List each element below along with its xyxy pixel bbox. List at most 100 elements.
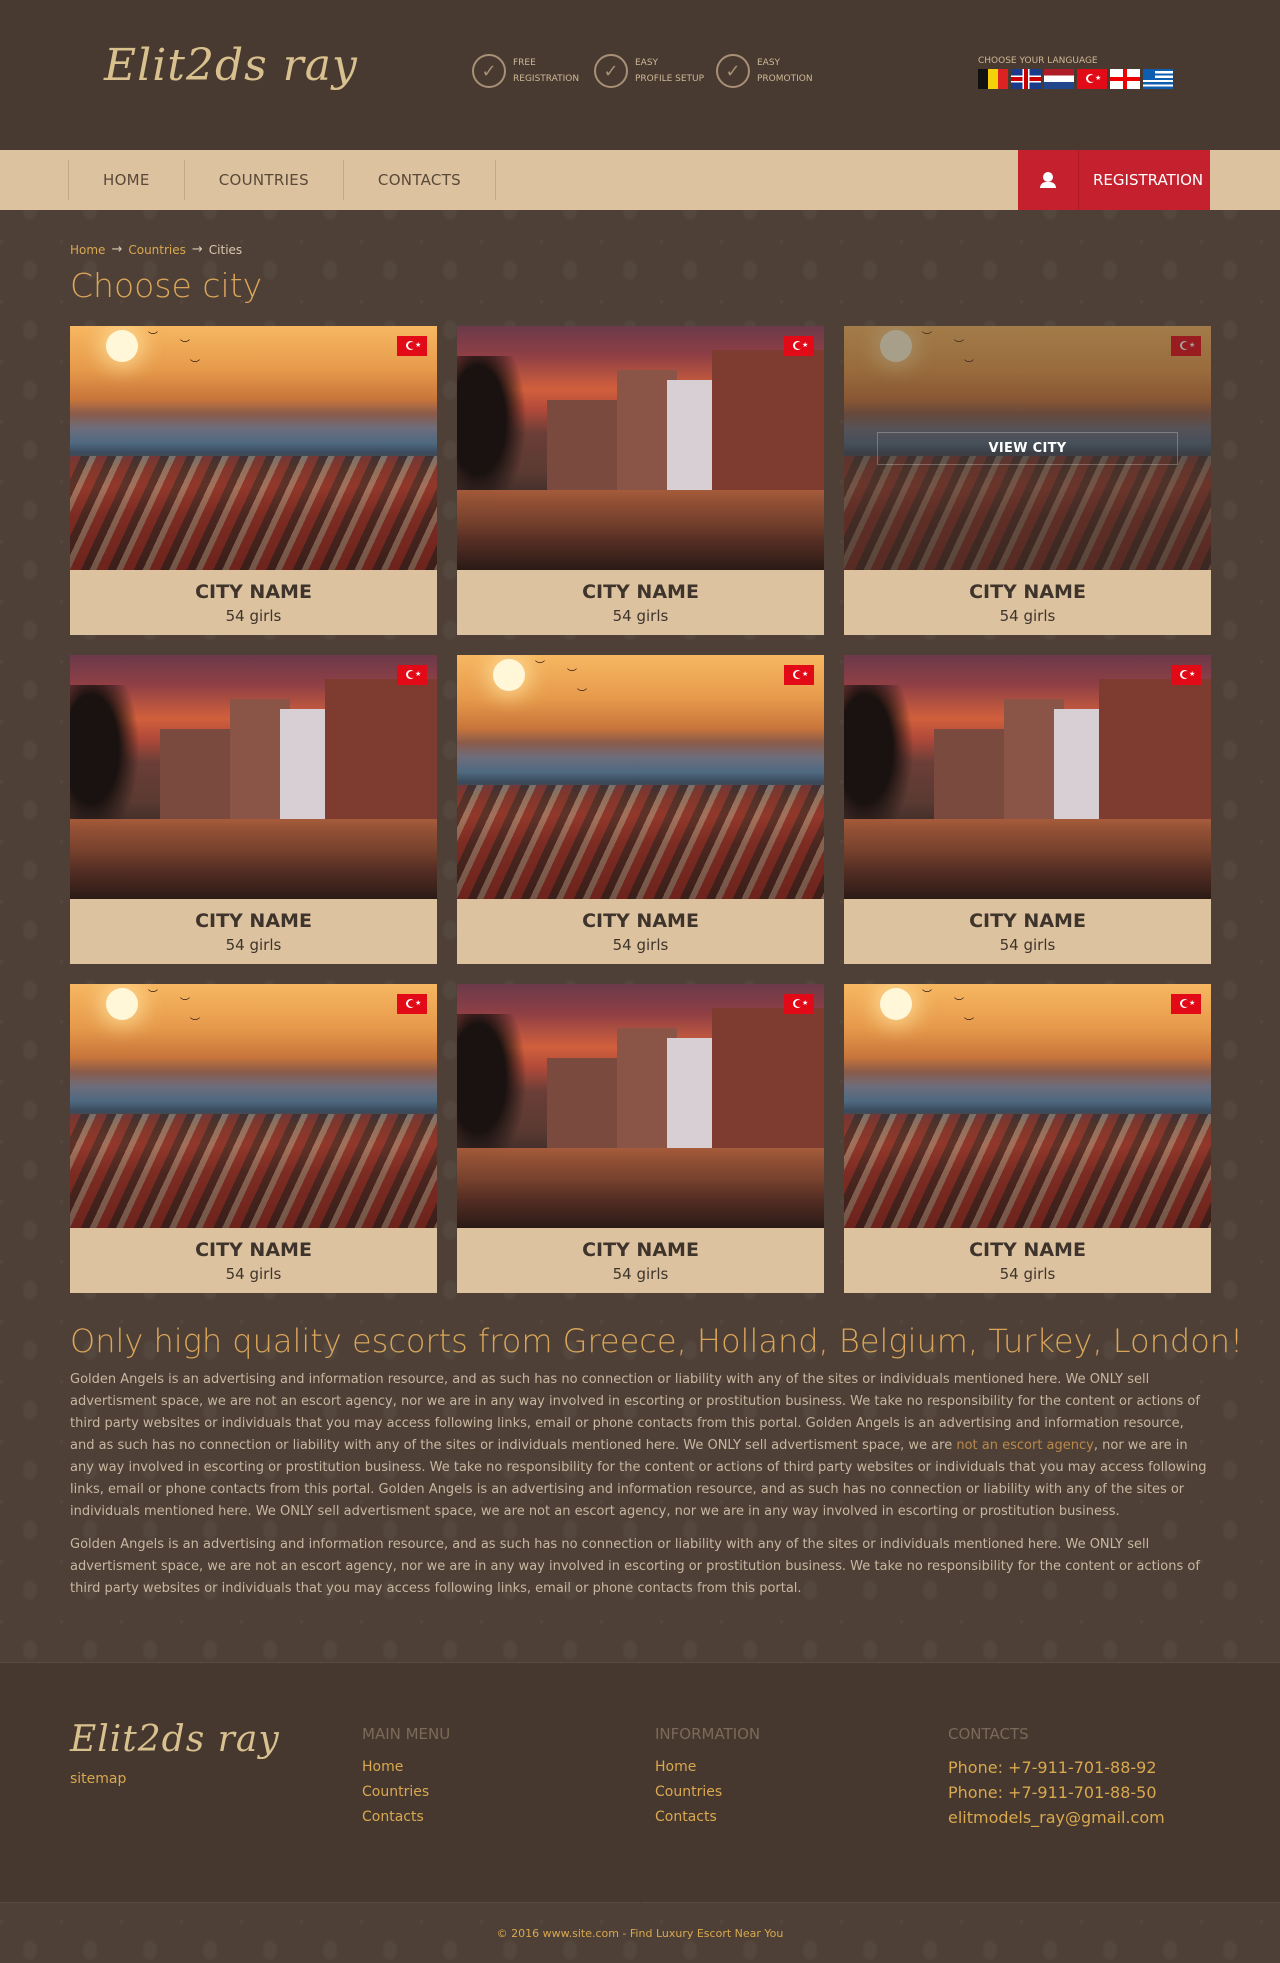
city-card[interactable]: ︶ ︶ ︶ ★ CITY NAME 54 girls xyxy=(844,984,1211,1293)
city-image[interactable]: ︶ ︶ ︶ ★ xyxy=(844,984,1211,1228)
city-name: CITY NAME xyxy=(582,1239,699,1261)
city-caption[interactable]: CITY NAME 54 girls xyxy=(457,1228,824,1293)
nav-items: HOME COUNTRIES CONTACTS xyxy=(68,160,496,200)
nav-item-home[interactable]: HOME xyxy=(69,160,185,200)
seo-title: Only high quality escorts from Greece, H… xyxy=(70,1322,1243,1360)
footer-heading: INFORMATION xyxy=(655,1725,761,1743)
city-name: CITY NAME xyxy=(582,581,699,603)
bird-icon: ︶ xyxy=(954,998,964,1009)
city-card[interactable]: ★ CITY NAME 54 girls xyxy=(70,655,437,964)
site-logo[interactable]: Elit2ds ray xyxy=(104,40,358,91)
city-caption[interactable]: CITY NAME 54 girls xyxy=(457,570,824,635)
bird-icon: ︶ xyxy=(148,990,158,1001)
not-escort-agency-link[interactable]: not an escort agency xyxy=(956,1438,1094,1453)
footer-link-contacts[interactable]: Contacts xyxy=(362,1805,450,1830)
seo-paragraph-2: Golden Angels is an advertising and info… xyxy=(70,1537,1200,1596)
copyright: © 2016 www.site.com - Find Luxury Escort… xyxy=(496,1927,784,1940)
breadcrumb-countries[interactable]: Countries xyxy=(128,243,186,257)
turkey-flag-icon: ★ xyxy=(397,994,427,1014)
city-card[interactable]: ︶ ︶ ︶ ★ CITY NAME 54 girls xyxy=(70,326,437,635)
city-caption[interactable]: CITY NAME 54 girls xyxy=(70,570,437,635)
canal-water xyxy=(457,490,824,570)
user-icon xyxy=(1018,150,1079,210)
footer-link-countries[interactable]: Countries xyxy=(655,1780,760,1805)
city-image[interactable]: ★ xyxy=(70,655,437,899)
breadcrumb-home[interactable]: Home xyxy=(70,243,105,257)
city-caption[interactable]: CITY NAME 54 girls xyxy=(70,1228,437,1293)
city-card[interactable]: ︶ ︶ ︶ ★ CITY NAME 54 girls xyxy=(70,984,437,1293)
nav-item-countries[interactable]: COUNTRIES xyxy=(185,160,344,200)
email-link[interactable]: elitmodels_ray@gmail.com xyxy=(948,1805,1165,1830)
feature-easy-profile: ✓ EASY PROFILE SETUP xyxy=(594,54,708,88)
registration-button[interactable]: REGISTRATION xyxy=(1018,150,1210,210)
city-name: CITY NAME xyxy=(969,581,1086,603)
city-caption[interactable]: CITY NAME 54 girls xyxy=(844,899,1211,964)
building xyxy=(547,1058,617,1148)
footer-link-countries[interactable]: Countries xyxy=(362,1780,450,1805)
turkey-flag-icon: ★ xyxy=(784,665,814,685)
city-hover-overlay[interactable]: VIEW CITY xyxy=(844,326,1211,570)
city-card[interactable]: ★ CITY NAME 54 girls xyxy=(457,984,824,1293)
breadcrumb-current: Cities xyxy=(208,242,243,257)
bird-icon: ︶ xyxy=(180,998,190,1009)
main-nav: HOME COUNTRIES CONTACTS REGISTRATION xyxy=(0,150,1280,210)
sun xyxy=(106,988,138,1020)
city-card[interactable]: ★ CITY NAME 54 girls xyxy=(844,655,1211,964)
footer-logo[interactable]: Elit2ds ray xyxy=(70,1719,280,1760)
footer-link-contacts[interactable]: Contacts xyxy=(655,1805,760,1830)
city-image[interactable]: ︶ ︶ ︶ ★ xyxy=(70,984,437,1228)
feature-free-registration: ✓ FREE REGISTRATION xyxy=(472,54,586,88)
uk-flag-icon[interactable] xyxy=(1011,69,1041,89)
greece-flag-icon[interactable] xyxy=(1143,69,1173,89)
footer-link-home[interactable]: Home xyxy=(362,1755,450,1780)
city-caption[interactable]: CITY NAME 54 girls xyxy=(70,899,437,964)
phone-1[interactable]: Phone: +7-911-701-88-92 xyxy=(948,1755,1165,1780)
seo-paragraph-1: Golden Angels is an advertising and info… xyxy=(70,1369,1212,1523)
city-girls-count: 54 girls xyxy=(225,1265,282,1283)
city-card[interactable]: ︶ ︶ ︶ ★ CITY NAME 54 girls xyxy=(457,655,824,964)
view-city-button[interactable]: VIEW CITY xyxy=(877,431,1178,465)
city-girls-count: 54 girls xyxy=(999,1265,1056,1283)
georgia-flag-icon[interactable] xyxy=(1110,69,1140,89)
city-image[interactable]: ︶ ︶ ︶ ★ xyxy=(457,655,824,899)
netherlands-flag-icon[interactable] xyxy=(1044,69,1074,89)
turkey-flag-icon: ★ xyxy=(397,336,427,356)
city-card[interactable]: ︶ ︶ ︶ ★ VIEW CITY CITY NAME 54 girls xyxy=(844,326,1211,635)
flag-list: ★ xyxy=(978,69,1173,89)
city-name: CITY NAME xyxy=(969,1239,1086,1261)
sitemap-link[interactable]: sitemap xyxy=(70,1771,126,1787)
turkey-flag-icon[interactable]: ★ xyxy=(1077,69,1107,89)
bird-icon: ︶ xyxy=(190,360,200,371)
footer-heading: MAIN MENU xyxy=(362,1725,451,1743)
city-image[interactable]: ★ xyxy=(844,655,1211,899)
feature-easy-promotion: ✓ EASY PROMOTION xyxy=(716,54,830,88)
city-card[interactable]: ★ CITY NAME 54 girls xyxy=(457,326,824,635)
city-girls-count: 54 girls xyxy=(225,607,282,625)
registration-label: REGISTRATION xyxy=(1093,171,1204,189)
turkey-flag-icon: ★ xyxy=(1171,994,1201,1014)
phone-2[interactable]: Phone: +7-911-701-88-50 xyxy=(948,1780,1165,1805)
city-roofs xyxy=(844,1114,1211,1228)
city-caption[interactable]: CITY NAME 54 girls xyxy=(844,1228,1211,1293)
nav-item-contacts[interactable]: CONTACTS xyxy=(344,160,496,200)
footer-contacts: CONTACTS Phone: +7-911-701-88-92 Phone: … xyxy=(948,1725,1165,1830)
city-name: CITY NAME xyxy=(969,910,1086,932)
city-image[interactable]: ︶ ︶ ︶ ★ VIEW CITY xyxy=(844,326,1211,570)
city-roofs xyxy=(457,785,824,899)
city-caption[interactable]: CITY NAME 54 girls xyxy=(457,899,824,964)
city-girls-count: 54 girls xyxy=(612,1265,669,1283)
city-name: CITY NAME xyxy=(195,581,312,603)
city-image[interactable]: ★ xyxy=(457,984,824,1228)
building xyxy=(1099,679,1211,819)
belgium-flag-icon[interactable] xyxy=(978,69,1008,89)
check-icon: ✓ xyxy=(472,54,506,88)
footer-link-home[interactable]: Home xyxy=(655,1755,760,1780)
city-image[interactable]: ︶ ︶ ︶ ★ xyxy=(70,326,437,570)
sun xyxy=(880,988,912,1020)
building xyxy=(667,1038,712,1148)
city-caption[interactable]: CITY NAME 54 girls xyxy=(844,570,1211,635)
language-selector: CHOOSE YOUR LANGUAGE ★ xyxy=(978,56,1173,89)
footer-heading: CONTACTS xyxy=(948,1725,1029,1743)
city-image[interactable]: ★ xyxy=(457,326,824,570)
building xyxy=(325,679,437,819)
